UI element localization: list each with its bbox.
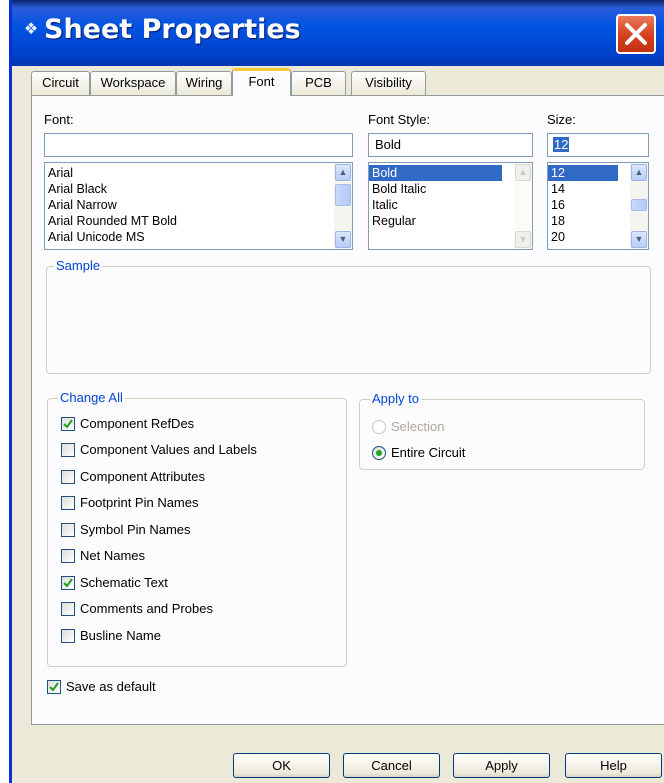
font-tab-panel: Font: Arial Arial Black Arial Narrow Ari… [31, 95, 664, 725]
font-list[interactable]: Arial Arial Black Arial Narrow Arial Rou… [44, 162, 353, 250]
checkbox-label: Footprint Pin Names [80, 495, 199, 510]
net-names-checkbox[interactable] [61, 549, 75, 563]
checkbox-label: Save as default [66, 679, 156, 694]
save-as-default-checkbox[interactable] [47, 680, 61, 694]
sheet-properties-dialog: ❖ Sheet Properties Circuit Workspace Wir… [9, 0, 664, 783]
tab-wiring[interactable]: Wiring [176, 71, 232, 95]
entire-circuit-radio[interactable] [372, 446, 386, 460]
help-button[interactable]: Help [565, 753, 662, 778]
ok-button[interactable]: OK [233, 753, 330, 778]
chevron-down-icon[interactable]: ▼ [335, 231, 351, 248]
list-item[interactable]: Arial Rounded MT Bold [45, 213, 352, 229]
component-attributes-checkbox[interactable] [61, 470, 75, 484]
change-all-legend: Change All [58, 390, 125, 405]
title-bar[interactable]: ❖ Sheet Properties [12, 0, 664, 66]
scroll-thumb[interactable] [631, 199, 647, 211]
apply-button[interactable]: Apply [453, 753, 550, 778]
size-list-scrollbar[interactable]: ▲ ▼ [630, 163, 648, 249]
cancel-button[interactable]: Cancel [343, 753, 440, 778]
radio-label: Selection [391, 419, 445, 434]
font-style-list-scrollbar: ▲ ▼ [514, 163, 532, 249]
font-style-label: Font Style: [368, 112, 431, 127]
size-list[interactable]: 12 14 16 18 20 ▲ ▼ [547, 162, 649, 250]
font-style-input[interactable]: Bold [368, 133, 533, 157]
radio-dot [376, 450, 382, 456]
scroll-thumb[interactable] [335, 184, 351, 206]
symbol-pin-names-checkbox[interactable] [61, 523, 75, 537]
checkbox-label: Busline Name [80, 628, 161, 643]
checkbox-label: Component RefDes [80, 416, 195, 431]
list-item[interactable]: Arial Unicode MS [45, 229, 352, 245]
list-item[interactable]: Bold Italic [369, 181, 532, 197]
checkbox-label: Component Values and Labels [80, 442, 257, 457]
apply-to-legend: Apply to [370, 391, 421, 406]
list-item[interactable]: Bold [369, 165, 502, 181]
sample-legend: Sample [54, 258, 103, 273]
tab-pcb[interactable]: PCB [291, 71, 346, 95]
font-style-list[interactable]: Bold Bold Italic Italic Regular ▲ ▼ [368, 162, 533, 250]
close-icon [625, 23, 647, 45]
font-list-scrollbar[interactable]: ▲ ▼ [334, 163, 352, 249]
checkbox-label: Symbol Pin Names [80, 522, 191, 537]
list-item[interactable]: 12 [548, 165, 618, 181]
chevron-up-icon[interactable]: ▲ [631, 164, 647, 181]
list-item[interactable]: Italic [369, 197, 532, 213]
checkbox-label: Component Attributes [80, 469, 206, 484]
tab-visibility[interactable]: Visibility [351, 71, 426, 95]
radio-label: Entire Circuit [391, 445, 466, 460]
checkmark-icon [49, 682, 59, 692]
window-title: Sheet Properties [44, 14, 301, 45]
checkbox-label: Comments and Probes [80, 601, 213, 616]
tab-font[interactable]: Font [232, 68, 291, 96]
size-input-value: 12 [553, 137, 570, 152]
checkbox-label: Schematic Text [80, 575, 168, 590]
list-item[interactable]: Arial [45, 165, 352, 181]
list-item[interactable]: Arial Black [45, 181, 352, 197]
chevron-down-icon: ▼ [515, 231, 531, 248]
chevron-down-icon[interactable]: ▼ [631, 231, 647, 248]
component-refdes-checkbox[interactable] [61, 417, 75, 431]
checkbox-label: Net Names [80, 548, 146, 563]
size-input[interactable]: 12 [547, 133, 649, 157]
comments-probes-checkbox[interactable] [61, 602, 75, 616]
busline-name-checkbox[interactable] [61, 629, 75, 643]
app-icon: ❖ [23, 21, 39, 38]
list-item[interactable]: Regular [369, 213, 532, 229]
checkmark-icon [63, 419, 73, 429]
font-label: Font: [44, 112, 74, 127]
schematic-text-checkbox[interactable] [61, 576, 75, 590]
footprint-pin-names-checkbox[interactable] [61, 496, 75, 510]
close-button[interactable] [616, 14, 656, 54]
chevron-up-icon[interactable]: ▲ [335, 164, 351, 181]
font-input[interactable] [44, 133, 353, 157]
selection-radio [372, 420, 386, 434]
sample-group: Sample [46, 258, 651, 374]
tab-workspace[interactable]: Workspace [90, 71, 176, 95]
checkmark-icon [63, 578, 73, 588]
size-label: Size: [547, 112, 576, 127]
list-item[interactable]: Arial Narrow [45, 197, 352, 213]
tab-circuit[interactable]: Circuit [31, 71, 90, 95]
chevron-up-icon: ▲ [515, 164, 531, 181]
component-values-checkbox[interactable] [61, 443, 75, 457]
